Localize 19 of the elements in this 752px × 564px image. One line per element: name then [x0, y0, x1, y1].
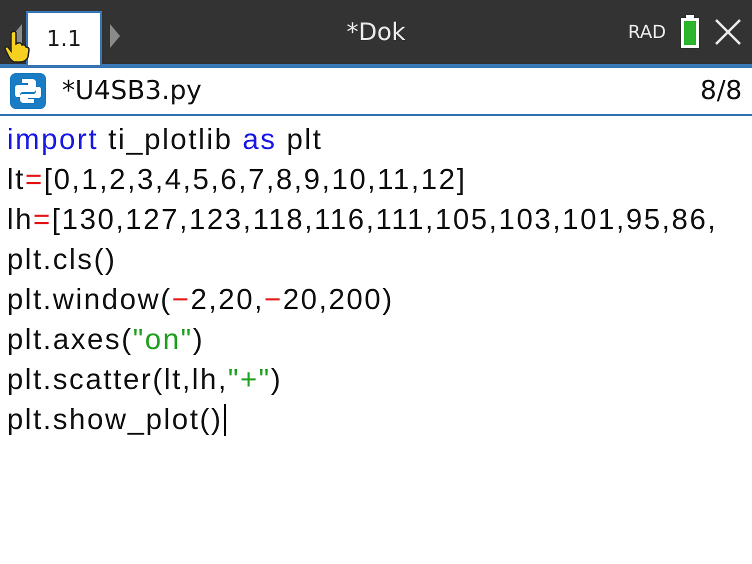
- code-line: plt.axes("on"): [7, 324, 204, 356]
- hand-pointer-icon: [4, 30, 30, 64]
- file-name: *U4SB3.py: [62, 76, 203, 106]
- close-icon[interactable]: [714, 18, 742, 46]
- code-line: plt.scatter(lt,lh,"+"): [7, 364, 282, 396]
- battery-icon: [680, 15, 700, 49]
- code-line: import ti_plotlib as plt: [7, 124, 323, 156]
- document-title: *Dok: [346, 18, 406, 46]
- angle-mode-label: RAD: [628, 22, 666, 42]
- code-line: plt.show_plot(): [7, 404, 223, 436]
- code-line: lt=[0,1,2,3,4,5,6,7,8,9,10,11,12]: [7, 164, 467, 196]
- code-line: plt.cls(): [7, 244, 117, 276]
- text-cursor: [224, 404, 226, 436]
- python-icon: [10, 73, 46, 109]
- line-position: 8/8: [700, 76, 742, 106]
- code-line: plt.window(−2,20,−20,200): [7, 284, 394, 316]
- right-arrow-icon[interactable]: [108, 22, 122, 50]
- page-tab[interactable]: 1.1: [26, 11, 102, 65]
- code-line: lh=[130,127,123,118,116,111,105,103,101,95,86,: [7, 204, 718, 236]
